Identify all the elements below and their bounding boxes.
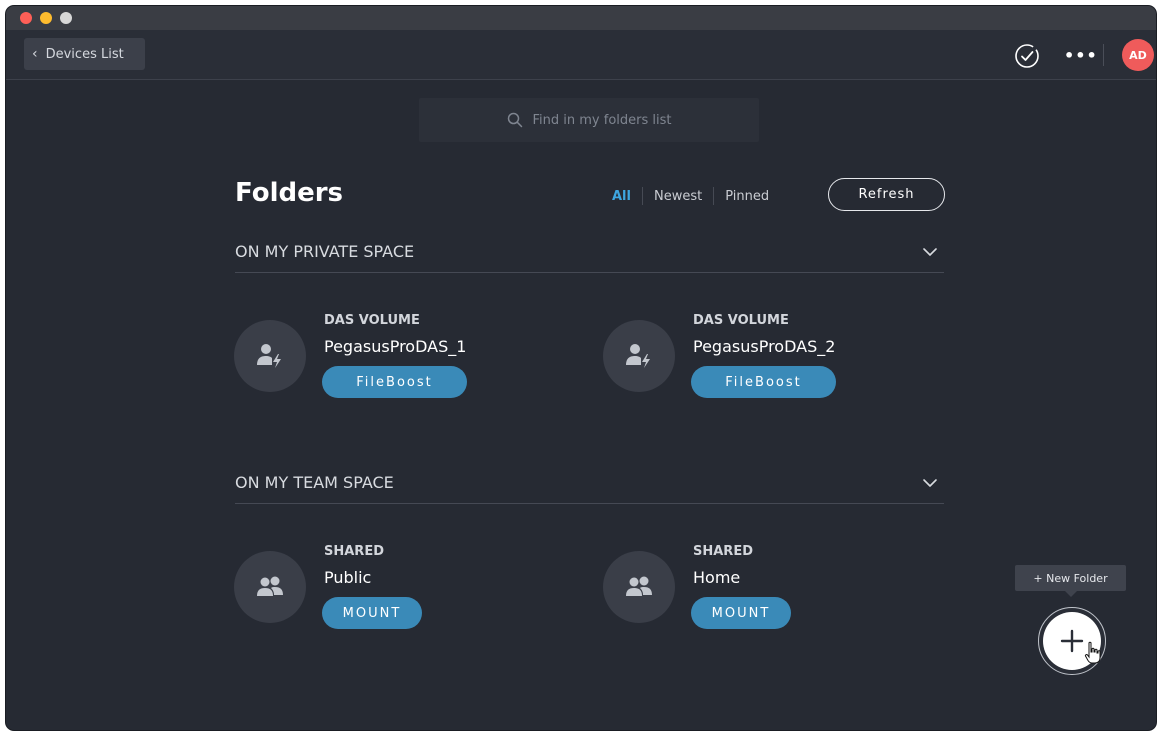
title-bar (6, 6, 1156, 30)
folder-kind: DAS VOLUME (324, 313, 420, 328)
refresh-button[interactable]: Refresh (828, 178, 945, 211)
zoom-window-button[interactable] (60, 12, 72, 24)
section-header-private-space[interactable]: ON MY PRIVATE SPACE (235, 231, 944, 273)
close-window-button[interactable] (20, 12, 32, 24)
users-icon (603, 551, 675, 623)
folder-card: SHARED Public MOUNT (234, 539, 534, 629)
toolbar-divider (1103, 44, 1104, 66)
app-window: ‹ Devices List ••• AD Find in my folders… (6, 6, 1156, 730)
page-title: Folders (235, 178, 344, 208)
folder-name: Home (693, 568, 741, 587)
section-header-team-space[interactable]: ON MY TEAM SPACE (235, 462, 944, 504)
filter-newest[interactable]: Newest (643, 189, 713, 204)
chevron-down-icon[interactable] (922, 244, 938, 260)
hand-pointer-cursor-icon (1084, 641, 1101, 664)
folder-name: Public (324, 568, 372, 587)
mount-button[interactable]: MOUNT (322, 597, 422, 629)
chevron-left-icon: ‹ (32, 46, 38, 62)
folder-kind: SHARED (693, 544, 753, 559)
chevron-down-icon[interactable] (922, 475, 938, 491)
folder-filter-tabs: All Newest Pinned (606, 187, 780, 205)
filter-all[interactable]: All (606, 189, 642, 204)
section-title: ON MY TEAM SPACE (235, 473, 394, 492)
folder-card: DAS VOLUME PegasusProDAS_1 FileBoost (234, 308, 534, 398)
user-bolt-icon (234, 320, 306, 392)
more-horizontal-icon[interactable]: ••• (1064, 46, 1098, 65)
users-icon (234, 551, 306, 623)
folder-card: DAS VOLUME PegasusProDAS_2 FileBoost (603, 308, 903, 398)
folder-kind: SHARED (324, 544, 384, 559)
folder-name: PegasusProDAS_1 (324, 337, 467, 356)
back-to-devices-button[interactable]: ‹ Devices List (24, 38, 145, 70)
fileboost-button[interactable]: FileBoost (322, 366, 467, 398)
mount-button[interactable]: MOUNT (691, 597, 791, 629)
new-folder-tooltip: + New Folder (1015, 565, 1126, 597)
folder-card: SHARED Home MOUNT (603, 539, 903, 629)
user-avatar[interactable]: AD (1122, 39, 1154, 71)
user-bolt-icon (603, 320, 675, 392)
section-title: ON MY PRIVATE SPACE (235, 242, 415, 261)
folder-search-input[interactable]: Find in my folders list (419, 98, 759, 142)
minimize-window-button[interactable] (40, 12, 52, 24)
folder-name: PegasusProDAS_2 (693, 337, 836, 356)
folder-kind: DAS VOLUME (693, 313, 789, 328)
search-placeholder: Find in my folders list (532, 112, 672, 128)
plus-icon (1060, 629, 1084, 653)
check-circle-icon[interactable] (1014, 43, 1040, 69)
search-icon (507, 112, 522, 128)
back-button-label: Devices List (45, 46, 124, 62)
fileboost-button[interactable]: FileBoost (691, 366, 836, 398)
filter-pinned[interactable]: Pinned (714, 189, 780, 204)
top-bar: ‹ Devices List ••• AD (6, 30, 1156, 80)
